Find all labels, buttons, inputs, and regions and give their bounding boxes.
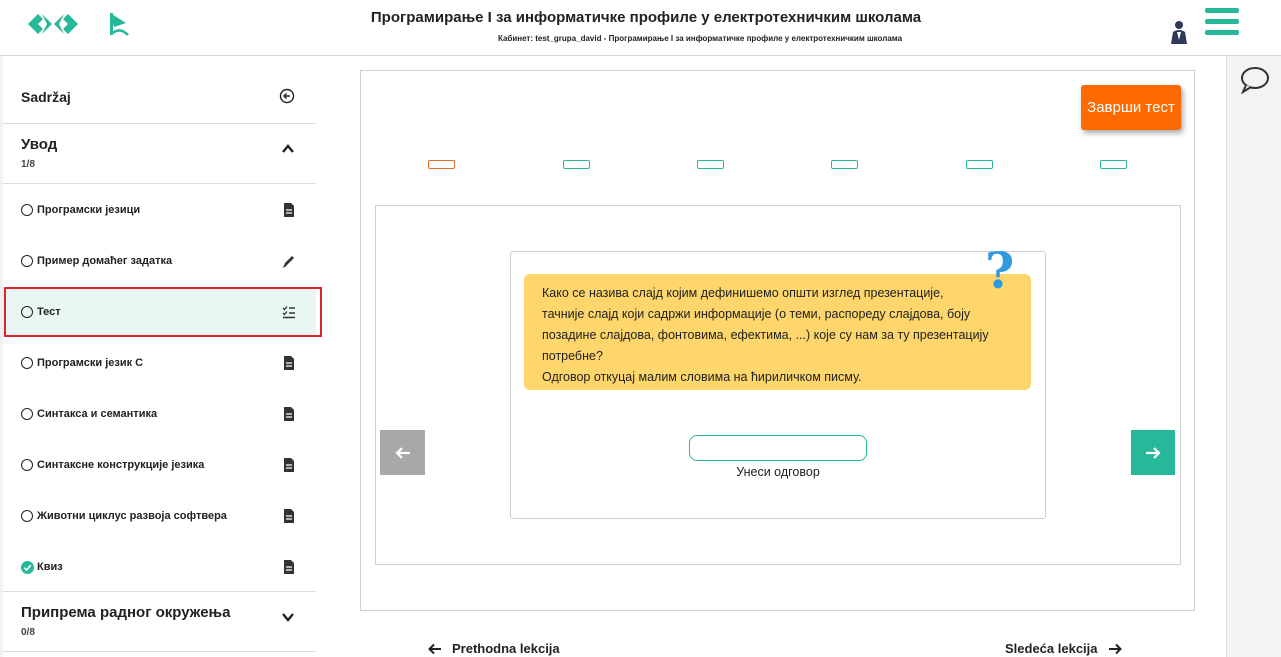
section-title: Увод <box>21 136 58 153</box>
section-progress: 1/8 <box>21 159 35 170</box>
top-header: Програмирање I за информатичке профиле у… <box>0 0 1281 56</box>
course-title: Програмирање I за информатичке профиле у… <box>370 9 922 26</box>
document-icon <box>284 509 294 523</box>
previous-lesson-link[interactable]: Prethodna lekcija <box>428 641 560 656</box>
question-indicator-3[interactable] <box>697 160 724 169</box>
sidebar-item-label: Синтаксне конструкције језика <box>37 459 205 471</box>
sidebar-item-sdlc[interactable]: Животни циклус развоја софтвера <box>3 491 316 539</box>
incomplete-circle-icon <box>21 255 33 267</box>
incomplete-circle-icon <box>21 459 33 471</box>
finish-test-button[interactable]: Заврши тест <box>1081 85 1181 130</box>
incomplete-circle-icon <box>21 510 33 522</box>
menu-line <box>1205 8 1239 13</box>
sidebar-item-label: Програмски језици <box>37 204 141 216</box>
user-avatar-icon[interactable] <box>1168 20 1190 44</box>
document-icon <box>284 356 294 370</box>
question-indicator-6[interactable] <box>1100 160 1127 169</box>
question-line: Како се назива слајд којим дефинишемо оп… <box>542 286 944 300</box>
next-lesson-link[interactable]: Sledeća lekcija <box>1005 641 1122 656</box>
arrow-right-icon <box>1108 643 1122 654</box>
chat-bubble-icon[interactable] <box>1240 66 1270 94</box>
right-rail <box>1226 56 1281 657</box>
document-icon <box>284 560 294 574</box>
selection-highlight-frame <box>4 287 322 337</box>
menu-line <box>1205 19 1239 24</box>
sidebar-item-label: Квиз <box>37 561 63 573</box>
answer-label: Унеси одговор <box>736 465 820 479</box>
question-line: потребне? <box>542 349 603 363</box>
section-header-intro[interactable]: Увод 1/8 <box>3 124 316 184</box>
pencil-icon <box>283 256 294 268</box>
sidebar: Sadržaj Увод 1/8 Програмски језици Приме… <box>3 56 316 657</box>
answer-input[interactable] <box>689 435 867 461</box>
sidebar-heading: Sadržaj <box>21 89 71 105</box>
question-line: тачније слајд који садржи информације (о… <box>542 307 971 321</box>
previous-question-button[interactable] <box>380 430 425 475</box>
question-indicator-4[interactable] <box>831 160 858 169</box>
logo-icon[interactable] <box>28 10 78 38</box>
document-icon <box>284 203 294 217</box>
incomplete-circle-icon <box>21 408 33 420</box>
sidebar-item-programming-languages[interactable]: Програмски језици <box>3 185 316 233</box>
flag-logo-icon[interactable] <box>108 11 130 41</box>
section-progress: 0/8 <box>21 627 35 638</box>
incomplete-circle-icon <box>21 357 33 369</box>
previous-lesson-label: Prethodna lekcija <box>452 641 560 656</box>
arrow-right-icon <box>1146 446 1161 459</box>
sidebar-item-quiz[interactable]: Квиз <box>3 542 316 590</box>
chevron-up-icon[interactable] <box>281 142 295 156</box>
question-indicator-2[interactable] <box>563 160 590 169</box>
sidebar-item-syntax-semantics[interactable]: Синтакса и семантика <box>3 389 316 437</box>
next-lesson-label: Sledeća lekcija <box>1005 641 1098 656</box>
document-icon <box>284 458 294 472</box>
question-indicator-1[interactable] <box>428 160 455 169</box>
checkmark-icon <box>23 564 32 572</box>
question-text-bubble: Како се назива слајд којим дефинишемо оп… <box>524 274 1031 390</box>
chevron-down-icon[interactable] <box>281 610 295 624</box>
hamburger-menu-button[interactable] <box>1205 8 1239 40</box>
question-mark-icon: ? <box>985 241 1015 300</box>
document-icon <box>284 407 294 421</box>
sidebar-header: Sadržaj <box>3 56 316 124</box>
arrow-left-icon <box>394 446 410 459</box>
sidebar-item-label: Животни циклус развоја софтвера <box>37 510 227 522</box>
section-title: Припрема радног окружења <box>21 604 231 621</box>
sidebar-item-c-language[interactable]: Програмски језик C <box>3 338 316 386</box>
next-question-button[interactable] <box>1131 430 1175 475</box>
sidebar-item-homework-example[interactable]: Пример домаћег задатка <box>3 236 316 284</box>
check-circle-icon <box>21 561 34 574</box>
question-line: позадине слајдова, фонтовима, ефектима, … <box>542 328 989 342</box>
question-instruction: Одговор откуцај малим словима на ћирилич… <box>542 370 862 384</box>
arrow-left-icon <box>428 643 441 654</box>
sidebar-item-label: Синтакса и семантика <box>37 408 158 420</box>
course-subtitle: Кабинет: test_grupa_david - Програмирање… <box>497 34 903 43</box>
menu-line <box>1205 30 1239 35</box>
question-indicator-5[interactable] <box>966 160 993 169</box>
sidebar-item-label: Пример домаћег задатка <box>37 255 173 267</box>
incomplete-circle-icon <box>21 204 33 216</box>
sidebar-item-syntax-constructs[interactable]: Синтаксне конструкције језика <box>3 440 316 488</box>
sidebar-item-label: Програмски језик C <box>37 357 144 369</box>
collapse-sidebar-icon[interactable] <box>279 88 295 104</box>
section-header-environment[interactable]: Припрема радног окружења 0/8 <box>3 591 316 652</box>
